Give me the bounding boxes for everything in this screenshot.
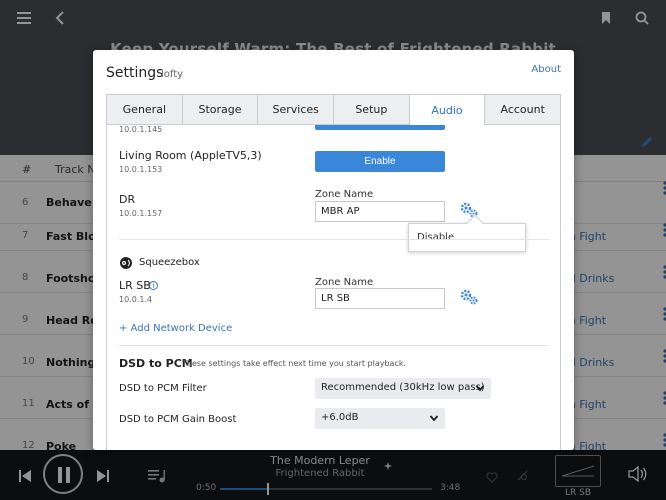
chevron-down-icon	[475, 385, 485, 392]
add-network-device-link[interactable]: + Add Network Device	[119, 323, 232, 334]
device-ip: 10.0.1.157	[119, 209, 163, 218]
device-ip: 10.0.1.145	[119, 125, 163, 134]
settings-dialog: Settings lofty About General Storage Ser…	[93, 50, 574, 450]
dsd-filter-value: Recommended (30kHz low pass)	[321, 382, 485, 393]
zone-name-input[interactable]	[315, 288, 445, 309]
device-ip: 10.0.1.153	[119, 165, 163, 174]
zone-name-label: Zone Name	[315, 277, 374, 288]
zone-name-label: Zone Name	[315, 189, 374, 200]
audio-settings-panel: 10.0.1.145 Living Room (AppleTV5,3) 10.0…	[106, 125, 561, 450]
dsd-filter-select[interactable]: Recommended (30kHz low pass)	[315, 378, 491, 399]
dsd-gain-select[interactable]: +6.0dB	[315, 408, 445, 429]
dsd-gain-label: DSD to PCM Gain Boost	[119, 414, 237, 425]
tab-storage[interactable]: Storage	[181, 94, 258, 125]
settings-tabs: General Storage Services Setup Audio Acc…	[106, 94, 562, 125]
gear-icon[interactable]	[459, 288, 479, 308]
squeezebox-label: Squeezebox	[139, 257, 200, 268]
device-name: LR SB	[119, 279, 151, 292]
tab-audio[interactable]: Audio	[408, 94, 485, 125]
enable-button[interactable]: Enable	[315, 151, 445, 172]
dsd-filter-label: DSD to PCM Filter	[119, 383, 207, 394]
zone-name-input[interactable]	[315, 201, 445, 222]
squeezebox-logo-icon	[119, 255, 133, 269]
section-divider	[119, 345, 549, 346]
dsd-section-note: These settings take effect next time you…	[182, 359, 407, 368]
device-options-popup: Disable	[408, 214, 526, 252]
settings-subtitle: lofty	[161, 69, 184, 80]
device-name: DR	[119, 193, 136, 206]
tab-account[interactable]: Account	[484, 94, 562, 125]
dsd-gain-value: +6.0dB	[321, 412, 359, 423]
about-link[interactable]: About	[531, 64, 561, 75]
disable-menu-item[interactable]: Disable	[417, 232, 454, 243]
tab-setup[interactable]: Setup	[333, 94, 409, 125]
tab-general[interactable]: General	[106, 94, 182, 125]
device-ip: 10.0.1.4	[119, 295, 153, 304]
section-divider	[119, 239, 549, 240]
chevron-down-icon	[429, 415, 439, 422]
tab-services[interactable]: Services	[257, 94, 334, 125]
info-icon[interactable]: i	[149, 281, 158, 290]
enable-button-partial[interactable]	[315, 125, 445, 130]
settings-title: Settings	[106, 65, 164, 81]
device-name: Living Room (AppleTV5,3)	[119, 149, 262, 162]
